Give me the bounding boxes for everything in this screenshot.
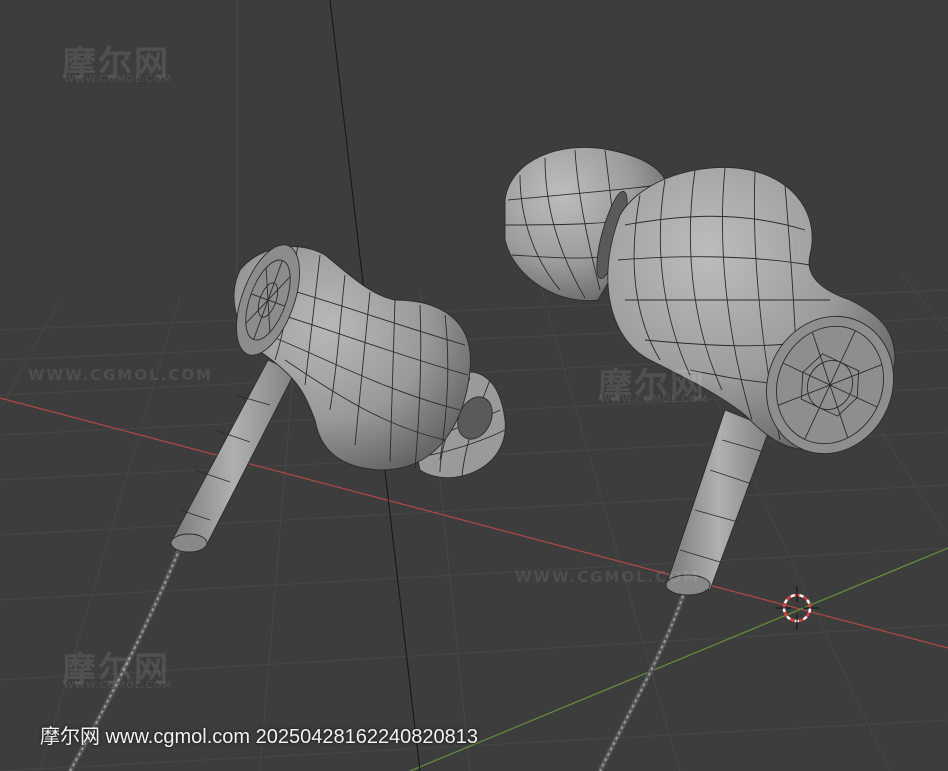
watermark-url: WWW.CGMOL.COM [64,74,173,85]
right-earphone[interactable] [504,147,916,771]
footer-caption: 摩尔网 www.cgmol.com 20250428162240820813 [40,726,479,748]
watermark-url: WWW.CGMOL.COM [64,680,173,691]
left-stem [171,359,296,549]
watermark-url: WWW.CGMOL.COM [600,394,709,405]
right-stem [667,409,771,591]
watermark-url-long: WWW.CGMOL.COM [515,568,701,586]
3d-viewport[interactable]: 摩尔网 WWW.CGMOL.COM WWW.CGMOL.COM 摩尔网 WWW.… [0,0,948,771]
watermark-url-long: WWW.CGMOL.COM [28,366,214,384]
